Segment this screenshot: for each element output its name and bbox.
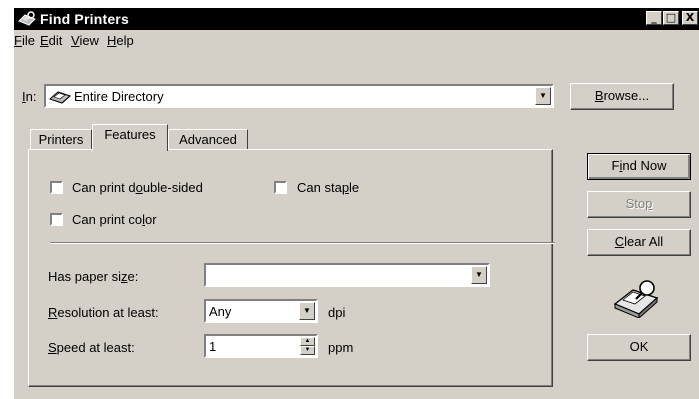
menu-view[interactable]: View bbox=[71, 33, 99, 48]
close-button[interactable]: X bbox=[682, 11, 698, 25]
menu-file-key: F bbox=[14, 33, 22, 48]
resolution-dropdown-arrow[interactable]: ▼ bbox=[299, 302, 315, 320]
browse-rest: rowse... bbox=[603, 88, 650, 103]
menu-help[interactable]: Help bbox=[107, 33, 134, 48]
resolution-label: Resolution at least: bbox=[48, 305, 159, 320]
menu-edit-rest: dit bbox=[48, 33, 63, 48]
paper-size-label: Has paper size: bbox=[48, 269, 138, 284]
color-pre: Can print co bbox=[72, 212, 143, 227]
menu-file-rest: ile bbox=[21, 33, 35, 48]
find-printers-window: Find Printers _ □ X File Edit View Help … bbox=[14, 8, 699, 399]
resolution-key: R bbox=[48, 305, 58, 320]
menu-edit-key: E bbox=[40, 33, 49, 48]
staple-label[interactable]: Can staple bbox=[297, 180, 359, 195]
tab-printers[interactable]: Printers bbox=[30, 129, 92, 149]
in-label: In: bbox=[22, 89, 36, 104]
menu-help-key: H bbox=[107, 33, 117, 48]
staple-pre: Can sta bbox=[297, 180, 342, 195]
paper-size-post: e: bbox=[127, 269, 139, 284]
printer-search-icon bbox=[613, 280, 659, 318]
double-sided-checkbox[interactable] bbox=[50, 181, 63, 194]
menu-file[interactable]: File bbox=[14, 33, 35, 48]
resolution-unit: dpi bbox=[328, 305, 346, 320]
staple-post: le bbox=[349, 180, 360, 195]
browse-key: B bbox=[594, 88, 604, 103]
resolution-post: esolution at least: bbox=[57, 305, 159, 320]
double-sided-pre: Can print d bbox=[72, 180, 136, 195]
stop-pre: Sto bbox=[625, 196, 646, 211]
double-sided-label[interactable]: Can print double-sided bbox=[72, 180, 203, 195]
features-panel: Can print double-sided Can staple Can pr… bbox=[28, 149, 555, 387]
directory-printer-icon bbox=[49, 91, 71, 104]
menu-view-rest: iew bbox=[79, 33, 99, 48]
clear-all-key: C bbox=[614, 234, 625, 249]
speed-down-arrow[interactable]: ▼ bbox=[300, 346, 315, 355]
find-now-post: nd Now bbox=[622, 158, 667, 173]
speed-post: peed at least: bbox=[56, 340, 135, 355]
speed-key: S bbox=[48, 340, 57, 355]
double-sided-key: o bbox=[135, 180, 143, 195]
window-title: Find Printers bbox=[40, 11, 129, 27]
tab-advanced[interactable]: Advanced bbox=[168, 129, 248, 149]
title-bar[interactable]: Find Printers _ □ X bbox=[14, 8, 699, 30]
panel-separator bbox=[50, 242, 555, 244]
ok-button[interactable]: OK bbox=[587, 334, 691, 361]
speed-unit: ppm bbox=[328, 340, 354, 355]
scope-dropdown[interactable]: Entire Directory ▼ bbox=[44, 84, 554, 108]
find-now-button[interactable]: Find Now bbox=[587, 153, 691, 180]
paper-size-pre: Has paper si bbox=[48, 269, 121, 284]
find-printers-icon bbox=[18, 11, 36, 26]
color-label[interactable]: Can print color bbox=[72, 212, 157, 227]
minimize-button[interactable]: _ bbox=[646, 11, 662, 25]
in-label-rest: n: bbox=[25, 89, 37, 104]
menu-bar: File Edit View Help bbox=[14, 30, 699, 50]
stop-button[interactable]: Stop bbox=[587, 191, 691, 218]
menu-edit[interactable]: Edit bbox=[40, 33, 62, 48]
color-post: or bbox=[144, 212, 157, 227]
scope-dropdown-arrow[interactable]: ▼ bbox=[535, 87, 551, 105]
maximize-button[interactable]: □ bbox=[663, 11, 679, 25]
paper-size-dropdown[interactable]: ▼ bbox=[204, 263, 490, 287]
staple-checkbox[interactable] bbox=[274, 181, 287, 194]
browse-button[interactable]: Browse... bbox=[570, 83, 674, 110]
staple-key: p bbox=[341, 180, 350, 195]
menu-help-rest: elp bbox=[116, 33, 134, 48]
speed-label: Speed at least: bbox=[48, 340, 135, 355]
resolution-dropdown[interactable]: Any ▼ bbox=[204, 299, 318, 323]
speed-stepper[interactable]: 1 ▲ ▼ bbox=[204, 334, 318, 358]
resolution-value: Any bbox=[209, 304, 232, 319]
speed-value[interactable]: 1 bbox=[209, 339, 216, 354]
clear-all-post: lear All bbox=[624, 234, 664, 249]
clear-all-button[interactable]: Clear All bbox=[587, 229, 691, 256]
paper-size-dropdown-arrow[interactable]: ▼ bbox=[471, 266, 487, 284]
speed-up-arrow[interactable]: ▲ bbox=[300, 337, 315, 346]
color-checkbox[interactable] bbox=[50, 213, 63, 226]
double-sided-post: uble-sided bbox=[142, 180, 203, 195]
tab-features[interactable]: Features bbox=[92, 124, 168, 151]
stop-key: p bbox=[645, 196, 653, 211]
scope-value: Entire Directory bbox=[74, 89, 164, 104]
